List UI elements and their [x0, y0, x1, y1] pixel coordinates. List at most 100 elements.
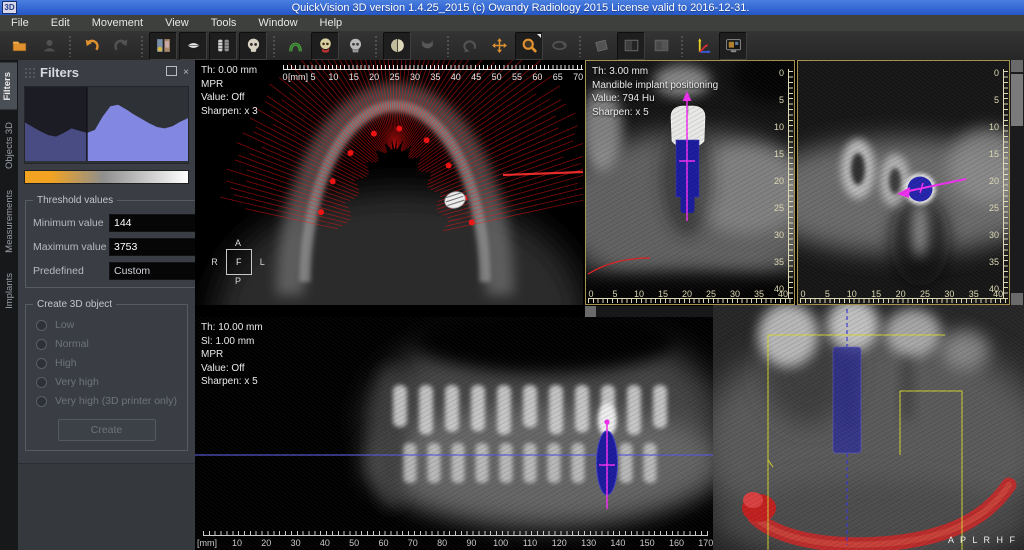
- cross-sections-view-button[interactable]: [149, 32, 177, 60]
- menu-tools[interactable]: Tools: [200, 15, 248, 31]
- zoom-button[interactable]: [515, 32, 543, 60]
- three-d-graphics: [713, 305, 1024, 550]
- ruler-label: 0: [588, 289, 593, 299]
- ruler-label: 40: [774, 284, 784, 294]
- panoramic-view[interactable]: Th: 10.00 mm Sl: 1.00 mm MPR Value: Off …: [195, 317, 713, 550]
- ruler-label: 70: [408, 538, 418, 548]
- ruler-label: 5: [779, 95, 784, 105]
- undo-button[interactable]: [77, 32, 105, 60]
- toolbar: [0, 31, 1024, 60]
- panoramic-bottom-ruler: 1020304050607080901001101201301401501601…: [203, 531, 708, 548]
- axial-mpr-view[interactable]: Th: 0.00 mm MPR Value: Off Sharpen: x 3 …: [195, 60, 583, 305]
- ruler-label: 20: [369, 72, 379, 82]
- threshold-gradient-bar: [24, 170, 189, 184]
- ruler-label: 50: [349, 538, 359, 548]
- display-settings-button[interactable]: [719, 32, 747, 60]
- ruler-label: 35: [430, 72, 440, 82]
- orientation-front-box: F: [226, 249, 252, 275]
- axial-implant-bottom-ruler: 0510152025303540: [800, 289, 1007, 303]
- toolbar-separator: [140, 35, 144, 57]
- axes-orientation-button[interactable]: [689, 32, 717, 60]
- menu-edit[interactable]: Edit: [40, 15, 81, 31]
- cross-section-view[interactable]: Th: 3.00 mm Mandible implant positioning…: [585, 60, 795, 305]
- sidebar-tab-measurements[interactable]: Measurements: [2, 181, 17, 262]
- scroll-thumb[interactable]: [1011, 74, 1023, 126]
- axial-implant-view[interactable]: 0510152025303540 0510152025303540: [797, 60, 1010, 305]
- ruler-label: 35: [989, 257, 999, 267]
- app-icon: 3D: [2, 1, 17, 14]
- pan-button[interactable]: [485, 32, 513, 60]
- xyz-axes-icon: [695, 37, 712, 54]
- rotate-3d-button[interactable]: [545, 32, 573, 60]
- ruler-label: 20: [261, 538, 271, 548]
- axial-implant-graphics: [798, 61, 1010, 304]
- three-d-view[interactable]: A P L R H F: [713, 305, 1024, 550]
- scroll-down-button[interactable]: [1011, 293, 1023, 305]
- panoramic-view-button[interactable]: [179, 32, 207, 60]
- ruler-label: [mm]: [197, 538, 217, 548]
- light-panel-icon: [653, 37, 670, 54]
- histogram[interactable]: [24, 86, 189, 164]
- sidebar-tab-objects-3d[interactable]: Objects 3D: [2, 113, 17, 178]
- float-panel-button[interactable]: [166, 66, 177, 79]
- ruler-label: 30: [774, 230, 784, 240]
- radio-label: Normal: [55, 338, 89, 350]
- toolbar-separator: [446, 35, 450, 57]
- filters-panel-header[interactable]: Filters ×: [18, 60, 195, 83]
- menu-view[interactable]: View: [154, 15, 200, 31]
- title-bar[interactable]: 3D QuickVision 3D version 1.4.25_2015 (c…: [0, 0, 1024, 15]
- radio-very-high[interactable]: Very high: [36, 376, 180, 388]
- clip-plane-button[interactable]: [587, 32, 615, 60]
- soft-tissue-3d-button[interactable]: [311, 32, 339, 60]
- ruler-label: 65: [553, 72, 563, 82]
- close-panel-button[interactable]: ×: [183, 67, 189, 78]
- ruler-label: 0: [994, 68, 999, 78]
- radio-normal[interactable]: Normal: [36, 338, 180, 350]
- scroll-up-button[interactable]: [1011, 60, 1023, 72]
- brightness-sphere-button[interactable]: [383, 32, 411, 60]
- redo-button[interactable]: [107, 32, 135, 60]
- rotate-button[interactable]: [455, 32, 483, 60]
- jaw-icon: [419, 37, 436, 54]
- vertical-scrollbar[interactable]: [1010, 60, 1024, 305]
- clip-plane-icon: [593, 37, 610, 54]
- radio-circle-icon: [36, 320, 47, 331]
- ruler-label: 160: [669, 538, 684, 548]
- window-title: QuickVision 3D version 1.4.25_2015 (c) O…: [17, 2, 1024, 14]
- ruler-label: 20: [896, 289, 906, 299]
- bone-3d-button[interactable]: [341, 32, 369, 60]
- radio-circle-icon: [36, 377, 47, 388]
- ruler-label: 15: [989, 149, 999, 159]
- ruler-label: 25: [390, 72, 400, 82]
- ruler-label: 5: [612, 289, 617, 299]
- half-circle-icon: [389, 37, 406, 54]
- scroll-left-button[interactable]: [585, 306, 596, 317]
- sidebar-tab-implants[interactable]: Implants: [2, 264, 17, 318]
- menu-window[interactable]: Window: [247, 15, 308, 31]
- cross-right-ruler: 0510152025303540: [767, 69, 793, 299]
- multi-layout-button[interactable]: [647, 32, 675, 60]
- panoramic-overlay-text: Th: 10.00 mm Sl: 1.00 mm MPR Value: Off …: [201, 321, 263, 389]
- radio-low[interactable]: Low: [36, 319, 180, 331]
- ruler-label: 25: [706, 289, 716, 299]
- implant-view-button[interactable]: [209, 32, 237, 60]
- create-button[interactable]: Create: [58, 419, 156, 441]
- jaw-segment-button[interactable]: [413, 32, 441, 60]
- sidebar-tab-filters[interactable]: Filters: [0, 63, 17, 110]
- cross-sections-icon: [155, 37, 172, 54]
- menu-movement[interactable]: Movement: [81, 15, 154, 31]
- skull-color-icon: [317, 37, 334, 54]
- skull-front-icon: [245, 37, 262, 54]
- open-file-button[interactable]: [5, 32, 33, 60]
- single-layout-button[interactable]: [617, 32, 645, 60]
- menu-file[interactable]: File: [0, 15, 40, 31]
- ceph-view-button[interactable]: [239, 32, 267, 60]
- arch-3d-button[interactable]: [281, 32, 309, 60]
- radio-high[interactable]: High: [36, 357, 180, 369]
- toolbar-separator: [272, 35, 276, 57]
- menu-help[interactable]: Help: [309, 15, 354, 31]
- axial-overlay-text: Th: 0.00 mm MPR Value: Off Sharpen: x 3: [201, 64, 258, 118]
- export-patient-button[interactable]: [35, 32, 63, 60]
- create-3d-legend: Create 3D object: [33, 299, 116, 310]
- radio-very-high-3d-printer-only-[interactable]: Very high (3D printer only): [36, 395, 180, 407]
